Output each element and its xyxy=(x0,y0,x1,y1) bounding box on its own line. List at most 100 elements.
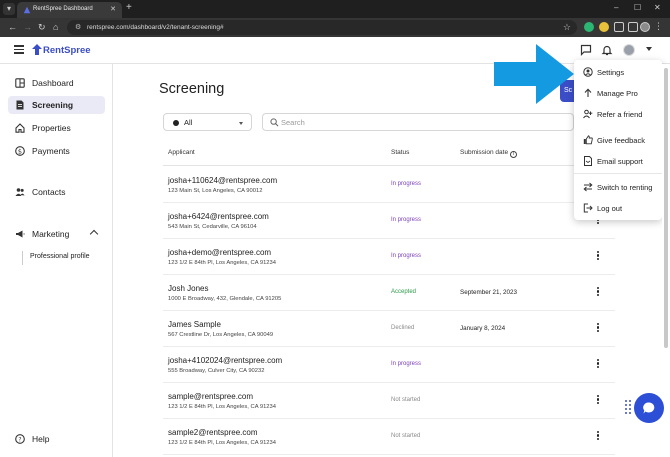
arrow-up-icon xyxy=(584,88,592,97)
menu-item-label: Email support xyxy=(597,157,643,166)
browser-menu-icon[interactable]: ⋮ xyxy=(654,22,663,31)
menu-item-log-out[interactable]: Log out xyxy=(574,199,662,217)
table-row[interactable]: josha+110624@rentspree.com 123 Main St, L… xyxy=(163,167,615,203)
menu-item-give-feedback[interactable]: Give feedback xyxy=(574,131,662,149)
rentspree-favicon-icon xyxy=(23,6,31,14)
minimize-icon[interactable]: – xyxy=(614,4,618,12)
sidebar-item-properties[interactable]: Properties xyxy=(8,119,105,137)
menu-item-label: Switch to renting xyxy=(597,183,653,192)
search-input[interactable] xyxy=(281,116,561,128)
table-row[interactable]: Josh Jones 1000 E Broadway, 432, Glendale… xyxy=(163,275,615,311)
table-row[interactable]: josha+6424@rentspree.com 543 Main St, Ced… xyxy=(163,203,615,239)
extension-icon[interactable] xyxy=(599,22,609,32)
status-badge: In progress xyxy=(391,217,422,223)
sidebar-item-marketing[interactable]: Marketing xyxy=(8,225,105,243)
menu-item-email-support[interactable]: Email support xyxy=(574,152,662,170)
notification-bell-icon[interactable] xyxy=(601,44,613,56)
applicant-name[interactable]: sample2@rentspree.com xyxy=(168,428,258,437)
sidebar-item-label: Help xyxy=(32,434,50,444)
submission-date: January 8, 2024 xyxy=(460,325,506,332)
tab-search-icon[interactable]: ▾ xyxy=(3,3,15,15)
row-more-options-icon[interactable] xyxy=(595,251,601,263)
chevron-down-icon[interactable] xyxy=(646,47,652,51)
applicant-address: 123 1/2 E 84th Pl, Los Angeles, CA 91234 xyxy=(168,260,276,266)
address-bar[interactable]: ⚙ rentspree.com/dashboard/v2/tenant-scre… xyxy=(67,20,577,35)
browser-tab-bar: ▾ RentSpree Dashboard ✕ + – ☐ ✕ xyxy=(0,0,670,18)
browser-toolbar: ← → ↻ ⌂ ⚙ rentspree.com/dashboard/v2/ten… xyxy=(0,18,670,37)
home-icon[interactable]: ⌂ xyxy=(53,22,58,32)
scrollbar-thumb[interactable] xyxy=(664,68,668,348)
applicant-address: 543 Main St, Cedarville, CA 96104 xyxy=(168,224,257,230)
status-badge: Not started xyxy=(391,397,421,403)
status-badge: In progress xyxy=(391,361,422,367)
chat-message-icon[interactable] xyxy=(580,44,592,56)
chat-launcher-button[interactable] xyxy=(634,393,664,423)
table-row[interactable]: josha+demo@rentspree.com 123 1/2 E 84th P… xyxy=(163,239,615,275)
sidebar-item-dashboard[interactable]: Dashboard xyxy=(8,74,105,92)
sidebar-item-screening[interactable]: Screening xyxy=(8,96,105,114)
bookmark-star-icon[interactable]: ☆ xyxy=(563,22,571,33)
menu-item-label: Refer a friend xyxy=(597,110,643,119)
maximize-icon[interactable]: ☐ xyxy=(634,4,641,12)
hamburger-menu-icon[interactable] xyxy=(14,45,24,54)
sidebar-item-contacts[interactable]: Contacts xyxy=(8,183,105,201)
back-icon[interactable]: ← xyxy=(8,22,17,32)
subnav-line xyxy=(22,251,23,265)
applicant-name[interactable]: josha+6424@rentspree.com xyxy=(168,212,269,221)
menu-item-label: Manage Pro xyxy=(597,89,638,98)
row-more-options-icon[interactable] xyxy=(595,395,601,407)
new-tab-icon[interactable]: + xyxy=(126,3,132,13)
side-panel-icon[interactable] xyxy=(628,22,638,32)
filter-value: All xyxy=(184,118,193,127)
row-more-options-icon[interactable] xyxy=(595,431,601,443)
sidebar-item-label: Contacts xyxy=(32,187,66,197)
column-status: Status xyxy=(391,149,410,156)
house-icon xyxy=(15,123,25,133)
chevron-up-icon[interactable] xyxy=(89,229,99,239)
account-dropdown-menu: Settings Manage Pro Refer a friend Give … xyxy=(574,60,662,220)
megaphone-icon xyxy=(16,230,25,238)
menu-item-refer-a-friend[interactable]: Refer a friend xyxy=(574,105,662,123)
close-tab-icon[interactable]: ✕ xyxy=(110,5,116,13)
site-info-icon[interactable]: ⚙ xyxy=(75,23,81,31)
applicant-name[interactable]: josha+110624@rentspree.com xyxy=(168,176,277,185)
email-doc-icon xyxy=(584,156,592,166)
row-more-options-icon[interactable] xyxy=(595,359,601,371)
applicant-name[interactable]: James Sample xyxy=(168,320,221,329)
extension-icon[interactable] xyxy=(584,22,594,32)
applicant-name[interactable]: josha+demo@rentspree.com xyxy=(168,248,271,257)
sidebar-subitem-professional-profile[interactable]: Professional profile xyxy=(30,253,90,260)
browser-profile-icon[interactable] xyxy=(640,22,650,32)
sidebar-item-payments[interactable]: $ Payments xyxy=(8,142,105,160)
applicant-address: 123 1/2 E 84th Pl, Los Angeles, CA 91234 xyxy=(168,440,276,446)
applicant-name[interactable]: sample@rentspree.com xyxy=(168,392,253,401)
row-more-options-icon[interactable] xyxy=(595,287,601,299)
close-window-icon[interactable]: ✕ xyxy=(654,4,661,12)
drag-handle-icon[interactable] xyxy=(625,400,631,414)
annotation-arrow-icon xyxy=(494,44,574,104)
extensions-puzzle-icon[interactable] xyxy=(614,22,624,32)
info-icon[interactable]: i xyxy=(510,151,518,158)
browser-tab[interactable]: RentSpree Dashboard ✕ xyxy=(17,2,122,18)
applicant-name[interactable]: josha+4102024@rentspree.com xyxy=(168,356,282,365)
table-row[interactable]: sample2@rentspree.com 123 1/2 E 84th Pl, … xyxy=(163,419,615,455)
status-filter-select[interactable]: All xyxy=(163,113,252,131)
user-avatar[interactable] xyxy=(623,44,635,56)
search-box[interactable] xyxy=(262,113,574,131)
sidebar-item-help[interactable]: ? Help xyxy=(8,430,105,448)
url-text: rentspree.com/dashboard/v2/tenant-screen… xyxy=(87,24,224,31)
forward-icon[interactable]: → xyxy=(23,22,32,32)
submission-date: September 21, 2023 xyxy=(460,289,518,296)
table-header: Applicant Status Submission date i xyxy=(163,144,615,166)
table-row[interactable]: josha+4102024@rentspree.com 555 Broadway,… xyxy=(163,347,615,383)
table-row[interactable]: James Sample 567 Crestline Dr, Los Angele… xyxy=(163,311,615,347)
svg-text:?: ? xyxy=(18,436,21,443)
menu-item-manage-pro[interactable]: Manage Pro xyxy=(574,84,662,102)
applicant-name[interactable]: Josh Jones xyxy=(168,284,208,293)
menu-item-switch-to-renting[interactable]: Switch to renting xyxy=(574,178,662,196)
row-more-options-icon[interactable] xyxy=(595,323,601,335)
table-row[interactable]: sample@rentspree.com 123 1/2 E 84th Pl, L… xyxy=(163,383,615,419)
menu-item-settings[interactable]: Settings xyxy=(574,63,662,81)
page-scrollbar[interactable] xyxy=(662,64,670,457)
reload-icon[interactable]: ↻ xyxy=(38,22,46,32)
